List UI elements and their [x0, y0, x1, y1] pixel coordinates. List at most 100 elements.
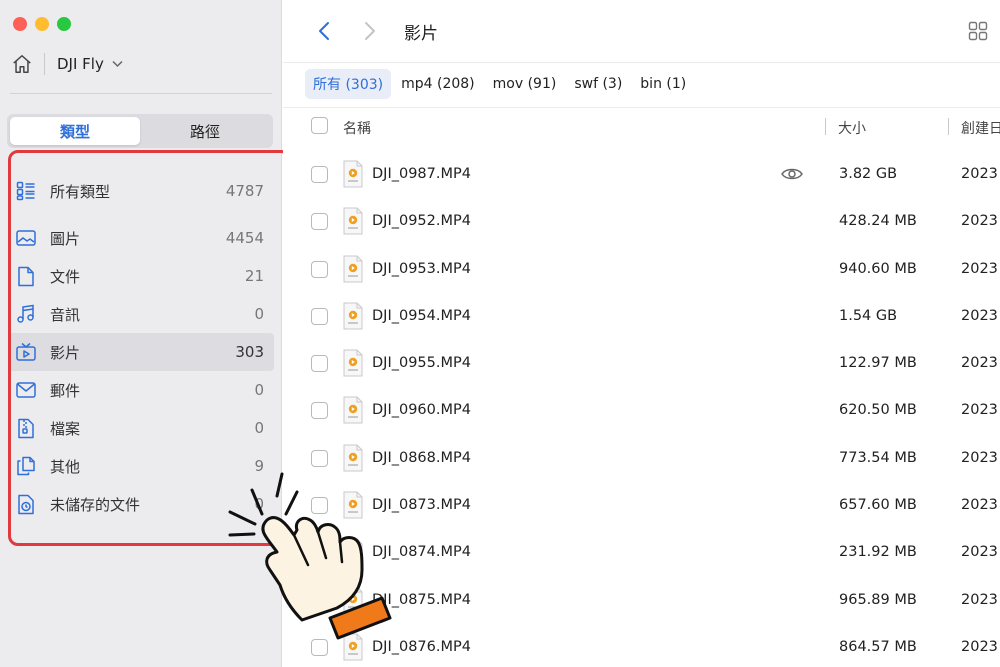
column-header-name[interactable]: 名稱: [343, 118, 371, 138]
sidebar-item-images[interactable]: 圖片 4454: [8, 219, 274, 257]
category-label: 影片: [50, 343, 81, 362]
grid-view-icon[interactable]: [965, 18, 991, 44]
sidebar-item-archives[interactable]: 檔案 0: [8, 409, 274, 447]
device-separator: [44, 53, 45, 75]
column-resize-handle[interactable]: [825, 118, 826, 135]
video-file-icon: [343, 349, 363, 377]
category-label: 檔案: [50, 419, 81, 438]
row-checkbox[interactable]: [311, 402, 328, 420]
row-checkbox[interactable]: [311, 213, 328, 231]
file-size: 231.92 MB: [839, 544, 917, 561]
table-header: 名稱 大小 創建日: [283, 113, 1000, 141]
category-count: 4787: [225, 182, 264, 200]
file-size: 657.60 MB: [839, 497, 917, 514]
row-checkbox[interactable]: [311, 307, 328, 325]
file-size: 620.50 MB: [839, 402, 917, 419]
file-created-date: 2023: [961, 213, 998, 230]
folder-title: 影片: [404, 24, 438, 44]
category-label: 其他: [50, 457, 81, 476]
sidebar-item-mail[interactable]: 郵件 0: [8, 371, 274, 409]
row-checkbox[interactable]: [311, 497, 328, 515]
category-label: 圖片: [50, 229, 81, 248]
category-count: 21: [244, 267, 264, 285]
music-note-icon: [15, 303, 37, 325]
file-name: DJI_0955.MP4: [372, 355, 471, 372]
filter-bin[interactable]: bin (1): [632, 71, 694, 97]
row-checkbox[interactable]: [311, 544, 328, 562]
row-checkbox[interactable]: [311, 166, 328, 183]
row-checkbox[interactable]: [311, 591, 328, 609]
video-file-icon: [343, 491, 363, 519]
sidebar-item-other[interactable]: 其他 9: [8, 447, 274, 485]
tab-type[interactable]: 類型: [10, 117, 140, 145]
file-created-date: 2023: [961, 638, 998, 655]
file-size: 965.89 MB: [839, 591, 917, 608]
file-list: DJI_0987.MP4 3.82 GB 2023 DJI_0952.MP4 428.2…: [283, 151, 1000, 667]
table-row[interactable]: DJI_0875.MP4 965.89 MB 2023: [283, 577, 1000, 624]
file-size: 1.54 GB: [839, 307, 898, 324]
sidebar-item-audio[interactable]: 音訊 0: [8, 295, 274, 333]
table-row[interactable]: DJI_0876.MP4 864.57 MB 2023: [283, 624, 1000, 667]
column-resize-handle[interactable]: [948, 118, 949, 135]
chevron-down-icon[interactable]: [112, 58, 124, 70]
file-size: 3.82 GB: [839, 166, 898, 182]
select-all-checkbox[interactable]: [311, 117, 328, 134]
column-header-date[interactable]: 創建日: [961, 118, 1000, 138]
file-created-date: 2023: [961, 497, 998, 514]
filter-mov[interactable]: mov (91): [485, 71, 565, 97]
filter-all[interactable]: 所有 (303): [305, 69, 392, 99]
column-header-size[interactable]: 大小: [838, 118, 866, 138]
toolbar-divider: [283, 62, 1000, 63]
forward-button[interactable]: [355, 16, 385, 46]
minimize-window-button[interactable]: [35, 17, 49, 31]
table-row[interactable]: DJI_0960.MP4 620.50 MB 2023: [283, 387, 1000, 434]
sidebar-item-documents[interactable]: 文件 21: [8, 257, 274, 295]
file-size: 773.54 MB: [839, 449, 917, 466]
table-row[interactable]: DJI_0953.MP4 940.60 MB 2023: [283, 246, 1000, 293]
sidebar-item-videos[interactable]: 影片 303: [8, 333, 274, 371]
row-checkbox[interactable]: [311, 638, 328, 656]
table-row[interactable]: DJI_0955.MP4 122.97 MB 2023: [283, 340, 1000, 387]
filter-swf[interactable]: swf (3): [566, 71, 630, 97]
category-count: 0: [254, 419, 264, 437]
row-checkbox[interactable]: [311, 260, 328, 278]
table-row[interactable]: DJI_0952.MP4 428.24 MB 2023: [283, 198, 1000, 245]
table-row[interactable]: DJI_0874.MP4 231.92 MB 2023: [283, 529, 1000, 576]
device-selector[interactable]: DJI Fly: [10, 50, 272, 78]
file-name: DJI_0873.MP4: [372, 497, 471, 514]
row-checkbox[interactable]: [311, 355, 328, 373]
category-count: 303: [235, 343, 264, 361]
category-list: 所有類型 4787 圖片 4454 文件 21 音訊 0 影片 303 郵件 0…: [8, 170, 274, 523]
table-row[interactable]: DJI_0868.MP4 773.54 MB 2023: [283, 435, 1000, 482]
category-label: 未儲存的文件: [50, 495, 141, 514]
file-name: DJI_0960.MP4: [372, 402, 471, 419]
zoom-window-button[interactable]: [57, 17, 71, 31]
table-row[interactable]: DJI_0987.MP4 3.82 GB 2023: [283, 151, 1000, 198]
category-count: 0: [254, 381, 264, 399]
video-file-icon: [343, 207, 363, 235]
category-count: 0: [254, 305, 264, 323]
table-row[interactable]: DJI_0954.MP4 1.54 GB 2023: [283, 293, 1000, 340]
device-name[interactable]: DJI Fly: [57, 55, 104, 73]
file-size: 122.97 MB: [839, 355, 917, 372]
document-icon: [15, 265, 37, 287]
tab-path[interactable]: 路徑: [140, 117, 270, 145]
home-icon[interactable]: [10, 52, 34, 76]
close-window-button[interactable]: [13, 17, 27, 31]
category-count: 4454: [225, 229, 264, 247]
file-created-date: 2023: [961, 307, 998, 324]
sidebar-item-unsaved-documents[interactable]: 未儲存的文件 0: [8, 485, 274, 523]
row-checkbox[interactable]: [311, 449, 328, 467]
category-count: 9: [254, 457, 264, 475]
sidebar-item-all-types[interactable]: 所有類型 4787: [8, 170, 274, 212]
window-controls: [13, 17, 71, 31]
filter-divider: [283, 107, 1000, 108]
back-button[interactable]: [309, 16, 339, 46]
preview-eye-icon[interactable]: [780, 164, 804, 184]
table-row[interactable]: DJI_0873.MP4 657.60 MB 2023: [283, 482, 1000, 529]
video-file-icon: [343, 160, 363, 188]
file-name: DJI_0953.MP4: [372, 260, 471, 277]
file-name: DJI_0987.MP4: [372, 166, 471, 182]
filter-mp4[interactable]: mp4 (208): [393, 71, 483, 97]
view-mode-segmented-control: 類型 路徑: [7, 114, 273, 148]
